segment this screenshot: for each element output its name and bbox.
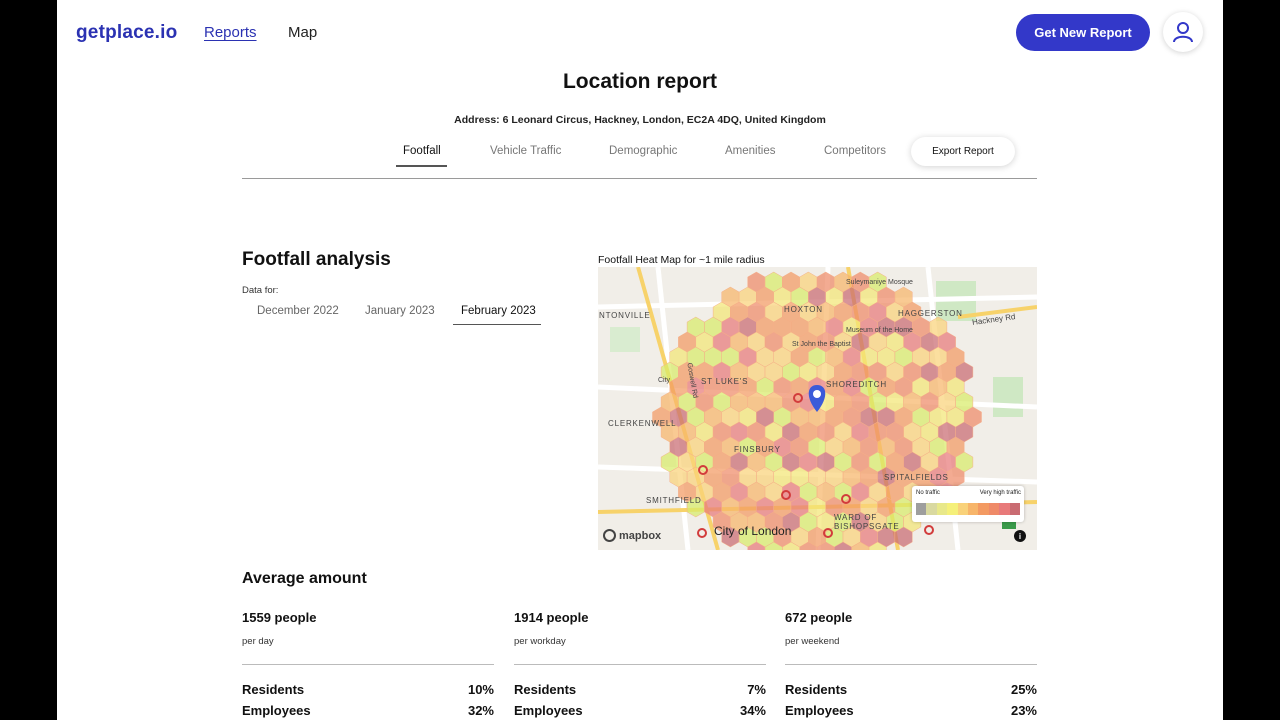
nav-map-link[interactable]: Map [288, 24, 317, 41]
user-avatar-button[interactable] [1163, 12, 1203, 52]
map-label-mosque: Suleymaniye Mosque [846, 279, 913, 286]
map-label-shoreditch: SHOREDITCH [826, 380, 887, 389]
map-label-smithfield: SMITHFIELD [646, 496, 702, 505]
legend-swatch [968, 503, 979, 515]
employees-label: Employees [514, 703, 583, 718]
mapbox-wordmark: mapbox [619, 529, 662, 542]
employees-percent: 23% [1010, 703, 1037, 718]
stat-per-day: 1559 people per day Residents 10% Employe… [242, 610, 494, 718]
stat-period: per workday [514, 636, 566, 647]
tab-amenities[interactable]: Amenities [725, 145, 776, 157]
average-amount-title: Average amount [242, 570, 367, 587]
stat-per-weekend: 672 people per weekend Residents 25% Empl… [785, 610, 1037, 718]
legend-swatch [947, 503, 958, 515]
stat-value: 1914 people [514, 610, 589, 625]
footfall-title: Footfall analysis [242, 249, 391, 270]
tab-competitors[interactable]: Competitors [824, 145, 886, 157]
employees-row: Employees 34% [514, 703, 766, 718]
residents-row: Residents 10% [242, 682, 494, 697]
residents-label: Residents [242, 682, 305, 697]
data-for-label: Data for: [242, 285, 279, 296]
map-label-city-of-london: City of London [714, 524, 792, 538]
map-label-hoxton: HOXTON [784, 305, 823, 314]
report-tabs: Footfall Vehicle Traffic Demographic Ame… [242, 137, 1037, 179]
residents-label: Residents [514, 682, 577, 697]
map-label-st-john: St John the Baptist [792, 341, 851, 348]
employees-percent: 32% [467, 703, 494, 718]
stat-period: per day [242, 636, 274, 647]
month-february-2023[interactable]: February 2023 [461, 305, 536, 317]
employees-percent: 34% [739, 703, 766, 718]
stat-divider [514, 664, 766, 665]
legend-swatch [936, 503, 948, 515]
map-label-haggerston: HAGGERSTON [898, 309, 963, 318]
stat-value: 672 people [785, 610, 853, 625]
legend-swatch [978, 503, 989, 515]
mapbox-logo[interactable]: mapbox [603, 529, 661, 542]
residents-percent: 25% [1010, 682, 1037, 697]
legend-swatch [988, 503, 1000, 515]
footfall-heat-map[interactable]: NTONVILLE HOXTON HAGGERSTON Hackney Rd S… [598, 267, 1037, 550]
legend-swatch [1009, 503, 1021, 515]
employees-row: Employees 32% [242, 703, 494, 718]
month-december-2022[interactable]: December 2022 [257, 305, 339, 317]
map-label-clerkenwell: CLERKENWELL [608, 419, 677, 428]
employees-label: Employees [785, 703, 854, 718]
active-tab-indicator [396, 165, 447, 167]
active-month-indicator [453, 324, 541, 325]
tab-vehicle-traffic[interactable]: Vehicle Traffic [490, 145, 561, 157]
map-title: Footfall Heat Map for ~1 mile radius [598, 254, 765, 266]
residents-row: Residents 25% [785, 682, 1037, 697]
tab-footfall[interactable]: Footfall [403, 145, 441, 157]
legend-swatch [926, 503, 937, 515]
stat-period: per weekend [785, 636, 840, 647]
residents-percent: 7% [747, 682, 766, 697]
legend-low-label: No traffic [916, 490, 940, 496]
stat-divider [242, 664, 494, 665]
employees-label: Employees [242, 703, 311, 718]
map-info-icon[interactable]: i [1014, 530, 1026, 542]
nav-reports-link[interactable]: Reports [204, 24, 257, 41]
legend-high-label: Very high traffic [979, 490, 1021, 496]
mapbox-icon [603, 529, 616, 542]
get-new-report-button[interactable]: Get New Report [1016, 14, 1150, 51]
map-label-spitalfields: SPITALFIELDS [884, 473, 949, 482]
map-label-bishopsgate: WARD OF BISHOPSGATE [834, 513, 900, 531]
page-title: Location report [562, 70, 717, 93]
map-label-finsbury: FINSBURY [734, 445, 781, 454]
report-page: getplace.io Reports Map Get New Report L… [57, 0, 1223, 720]
stat-divider [785, 664, 1037, 665]
stat-value: 1559 people [242, 610, 317, 625]
logo[interactable]: getplace.io [76, 22, 177, 44]
stat-per-workday: 1914 people per workday Residents 7% Empl… [514, 610, 766, 718]
legend-swatch [916, 503, 927, 515]
map-label-museum: Museum of the Home [846, 327, 913, 334]
month-january-2023[interactable]: January 2023 [365, 305, 435, 317]
legend-swatch [999, 503, 1010, 515]
heat-map-legend: No traffic Very high traffic [912, 486, 1024, 522]
residents-percent: 10% [467, 682, 494, 697]
residents-label: Residents [785, 682, 848, 697]
tab-demographic[interactable]: Demographic [609, 145, 677, 157]
legend-color-scale [916, 503, 1021, 515]
legend-swatch [957, 503, 969, 515]
employees-row: Employees 23% [785, 703, 1037, 718]
residents-row: Residents 7% [514, 682, 766, 697]
export-report-button[interactable]: Export Report [911, 137, 1015, 166]
map-label-pentonville: NTONVILLE [599, 311, 651, 320]
map-label-city-rd: City [658, 377, 671, 384]
user-icon [1173, 22, 1193, 43]
map-label-st-lukes: ST LUKE'S [701, 377, 749, 386]
report-address: Address: 6 Leonard Circus, Hackney, Lond… [454, 114, 826, 126]
